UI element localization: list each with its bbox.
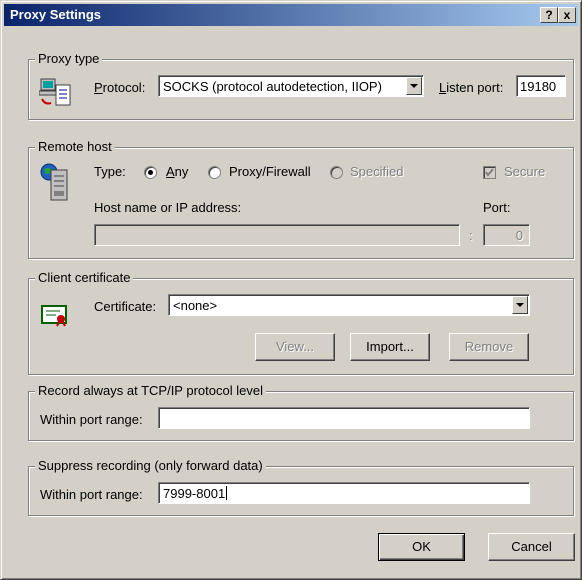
chevron-down-icon[interactable] <box>512 296 528 314</box>
radio-any-label[interactable]: Any <box>166 164 188 179</box>
record-tcp-legend: Record always at TCP/IP protocol level <box>35 383 266 398</box>
help-button[interactable]: ? <box>540 7 558 23</box>
title-bar[interactable]: Proxy Settings ? x <box>4 4 578 26</box>
suppress-range-label: Within port range: <box>40 487 143 502</box>
certificate-dropdown[interactable]: <none> <box>168 294 530 316</box>
record-tcp-group: Record always at TCP/IP protocol level W… <box>28 383 574 441</box>
port-input[interactable]: 0 <box>483 224 530 246</box>
listen-port-value: 19180 <box>520 79 557 94</box>
protocol-dropdown[interactable]: SOCKS (protocol autodetection, IIOP) <box>158 75 424 97</box>
suppress-legend: Suppress recording (only forward data) <box>35 458 266 473</box>
text-caret <box>226 486 228 500</box>
view-button[interactable]: View... <box>255 333 335 361</box>
remote-host-group: Remote host Type: Any Proxy/Firewall Spe… <box>28 139 574 259</box>
suppress-range-input[interactable]: 7999-8001 <box>158 482 530 504</box>
remote-host-legend: Remote host <box>35 139 115 154</box>
cancel-button[interactable]: Cancel <box>488 533 575 561</box>
suppress-range-value: 7999-8001 <box>163 486 226 501</box>
ok-button[interactable]: OK <box>378 533 465 561</box>
suppress-group: Suppress recording (only forward data) W… <box>28 458 574 516</box>
host-name-label: Host name or IP address: <box>94 200 242 215</box>
radio-any[interactable] <box>144 166 157 179</box>
proxy-settings-dialog: Proxy Settings ? x Proxy type Protocol: … <box>0 0 582 580</box>
host-name-input[interactable] <box>94 224 460 246</box>
port-value: 0 <box>515 228 523 243</box>
client-certificate-legend: Client certificate <box>35 270 134 285</box>
proxy-type-legend: Proxy type <box>35 51 103 66</box>
radio-specified-label[interactable]: Specified <box>350 164 403 179</box>
record-range-label: Within port range: <box>40 412 143 427</box>
certificate-value: <none> <box>173 298 218 313</box>
import-button[interactable]: Import... <box>350 333 430 361</box>
radio-proxy-firewall-label[interactable]: Proxy/Firewall <box>229 164 311 179</box>
server-icon <box>40 163 68 201</box>
secure-checkbox[interactable] <box>483 166 496 179</box>
checkmark-icon <box>485 168 494 177</box>
chevron-down-icon[interactable] <box>406 77 422 95</box>
type-label: Type: <box>94 164 126 179</box>
protocol-label: Protocol: <box>94 80 146 95</box>
proxy-type-group: Proxy type Protocol: SOCKS (protocol aut… <box>28 51 574 120</box>
radio-specified[interactable] <box>330 166 343 179</box>
certificate-icon <box>41 305 67 327</box>
protocol-value: SOCKS (protocol autodetection, IIOP) <box>163 79 382 94</box>
certificate-label: Certificate: <box>94 299 157 314</box>
port-label: Port: <box>483 200 511 215</box>
record-range-input[interactable] <box>158 407 530 429</box>
port-separator: : <box>469 228 473 243</box>
secure-label: Secure <box>504 164 546 179</box>
close-button[interactable]: x <box>558 7 576 23</box>
client-certificate-group: Client certificate Certificate: <none> V… <box>28 270 574 375</box>
remove-button[interactable]: Remove <box>449 333 529 361</box>
radio-proxy-firewall[interactable] <box>208 166 221 179</box>
window-title: Proxy Settings <box>10 7 102 22</box>
listen-port-label: Listen port: <box>439 80 504 95</box>
listen-port-input[interactable]: 19180 <box>516 75 566 97</box>
network-computer-icon <box>39 78 71 106</box>
